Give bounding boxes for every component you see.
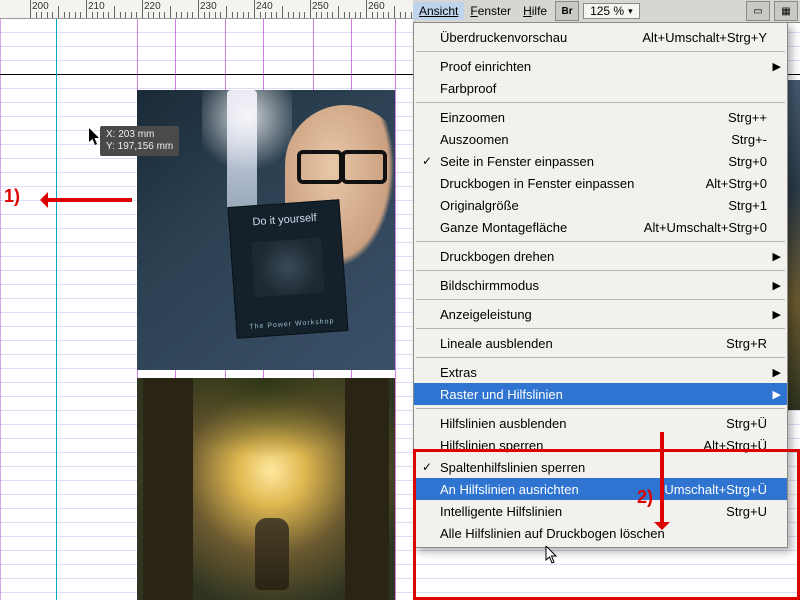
mi-druckbogen-drehen[interactable]: Druckbogen drehen ▶ <box>414 245 787 267</box>
annotation-box-2 <box>413 449 800 600</box>
mi-raster-und-hilfslinien[interactable]: Raster und Hilfslinien ▶ <box>414 383 787 405</box>
annotation-arrow-2 <box>660 432 664 528</box>
book-subtitle: The Power Workshop <box>237 317 347 332</box>
submenu-arrow-icon: ▶ <box>773 366 781 379</box>
arrange-documents-button[interactable]: ▦ <box>774 1 798 21</box>
mi-einzoomen[interactable]: EinzoomenStrg++ <box>414 106 787 128</box>
mi-originalgroesse[interactable]: OriginalgrößeStrg+1 <box>414 194 787 216</box>
annotation-label-2: 2) <box>637 487 653 508</box>
menu-ansicht[interactable]: Ansicht <box>413 2 464 20</box>
submenu-arrow-icon: ▶ <box>773 250 781 263</box>
menu-bar: Ansicht Fenster Hilfe Br 125 %▾ ▭ ▦ <box>413 0 800 23</box>
cursor-icon <box>545 546 559 567</box>
submenu-arrow-icon: ▶ <box>773 279 781 292</box>
mi-auszoomen[interactable]: AuszoomenStrg+- <box>414 128 787 150</box>
coordinate-tooltip: X: 203 mm Y: 197,156 mm <box>100 126 179 156</box>
mi-proof-einrichten[interactable]: Proof einrichten ▶ <box>414 55 787 77</box>
submenu-arrow-icon: ▶ <box>773 388 781 401</box>
menu-fenster[interactable]: Fenster <box>464 2 517 20</box>
mi-ueberdruckenvorschau[interactable]: Überdruckenvorschau Alt+Umschalt+Strg+Y <box>414 26 787 48</box>
zoom-level-dropdown[interactable]: 125 %▾ <box>583 3 640 19</box>
mi-seite-in-fenster[interactable]: Seite in Fenster einpassenStrg+0 <box>414 150 787 172</box>
annotation-label-1: 1) <box>4 186 20 207</box>
mi-druckbogen-in-fenster[interactable]: Druckbogen in Fenster einpassenAlt+Strg+… <box>414 172 787 194</box>
column-guide[interactable] <box>395 18 396 600</box>
menu-hilfe[interactable]: Hilfe <box>517 2 553 20</box>
submenu-arrow-icon: ▶ <box>773 308 781 321</box>
mi-bildschirmmodus[interactable]: Bildschirmmodus ▶ <box>414 274 787 296</box>
mi-ganze-montageflaeche[interactable]: Ganze MontageflächeAlt+Umschalt+Strg+0 <box>414 216 787 238</box>
screen-mode-button[interactable]: ▭ <box>746 1 770 21</box>
mi-farbproof[interactable]: Farbproof <box>414 77 787 99</box>
chevron-down-icon: ▾ <box>628 6 633 17</box>
mi-anzeigeleistung[interactable]: Anzeigeleistung ▶ <box>414 303 787 325</box>
mi-extras[interactable]: Extras ▶ <box>414 361 787 383</box>
submenu-arrow-icon: ▶ <box>773 60 781 73</box>
guide-cyan[interactable] <box>56 18 57 600</box>
bridge-button[interactable]: Br <box>555 1 579 21</box>
mi-lineale-ausblenden[interactable]: Lineale ausblendenStrg+R <box>414 332 787 354</box>
placed-image-bottom[interactable] <box>137 378 395 600</box>
mi-hilfslinien-ausblenden[interactable]: Hilfslinien ausblendenStrg+Ü <box>414 412 787 434</box>
annotation-arrow-1 <box>42 198 132 202</box>
